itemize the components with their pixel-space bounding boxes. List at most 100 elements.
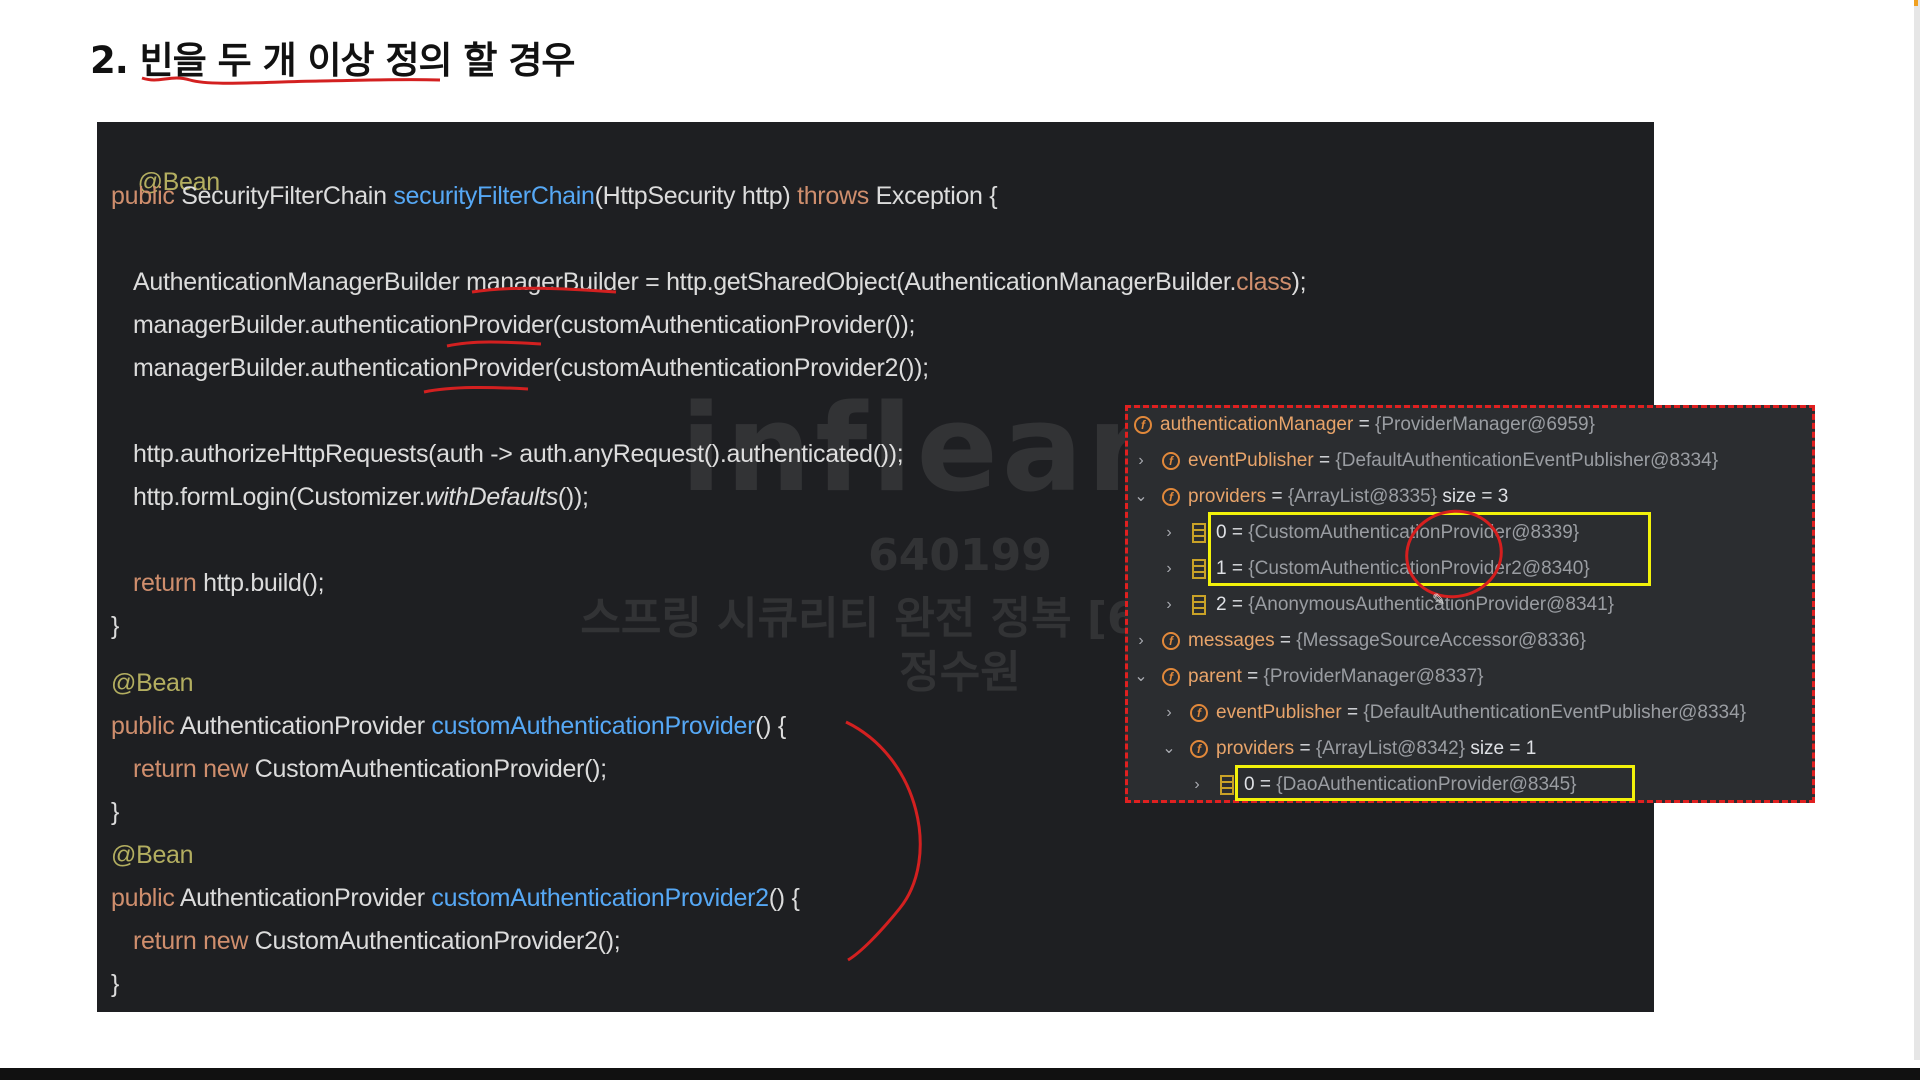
exception-brace: Exception { [875, 182, 998, 210]
code-line-return-new-1: return new CustomAuthenticationProvider(… [133, 755, 607, 784]
equals-sign: = [1358, 414, 1370, 435]
scrollbar-track[interactable] [1914, 0, 1920, 1060]
title-underline-mark [141, 76, 441, 85]
code-line-provider-2: managerBuilder.authenticationProvider(cu… [133, 354, 929, 383]
chevron-right-icon[interactable]: › [1160, 588, 1178, 622]
chevron-down-icon[interactable]: ⌄ [1132, 660, 1150, 694]
form-login-suffix: ()); [557, 483, 589, 511]
code-line-bean-3: @Bean [111, 841, 194, 870]
close-brace: } [111, 970, 120, 998]
pen-cursor-icon: ✎ [1432, 590, 1446, 609]
variable-value: {ArrayList@8335} [1287, 486, 1438, 507]
keyword-new: new [203, 927, 249, 955]
field-icon: f [1162, 668, 1180, 686]
code-line-provider-1: managerBuilder.authenticationProvider(cu… [133, 311, 915, 340]
variable-name: 2 [1216, 594, 1227, 615]
close-brace: } [111, 612, 120, 640]
code-line-close-1: } [111, 612, 119, 641]
field-icon: f [1190, 740, 1208, 758]
new-custom-provider: CustomAuthenticationProvider(); [254, 755, 607, 783]
authorize-statement: http.authorizeHttpRequests(auth -> auth.… [133, 440, 904, 468]
code-line-provider-method-1: public AuthenticationProvider customAuth… [111, 712, 786, 741]
chevron-right-icon[interactable]: › [1132, 444, 1150, 478]
size-label: size = 1 [1470, 738, 1537, 759]
equals-sign: = [1271, 486, 1283, 507]
params-http-security: (HttpSecurity http) [594, 182, 791, 210]
size-label: size = 3 [1442, 486, 1509, 507]
return-build-expr: http.build(); [203, 569, 325, 597]
keyword-return: return [133, 569, 197, 597]
field-icon: f [1190, 704, 1208, 722]
code-line-return-new-2: return new CustomAuthenticationProvider2… [133, 927, 621, 956]
variable-value: {ProviderManager@6959} [1374, 414, 1595, 435]
variable-name: providers [1188, 486, 1267, 507]
variable-name: messages [1188, 630, 1275, 651]
variable-name: eventPublisher [1216, 702, 1342, 723]
method-security-filter-chain: securityFilterChain [393, 182, 595, 210]
chevron-right-icon[interactable]: › [1160, 552, 1178, 586]
method-open: () { [755, 712, 786, 740]
chevron-right-icon[interactable]: › [1132, 624, 1150, 658]
field-icon: f [1162, 452, 1180, 470]
variable-value: {DefaultAuthenticationEventPublisher@833… [1335, 450, 1719, 471]
variable-value: {ProviderManager@8337} [1263, 666, 1484, 687]
chevron-down-icon[interactable]: ⌄ [1132, 480, 1150, 514]
code-line-return-build: return http.build(); [133, 569, 325, 598]
type-authentication-provider: AuthenticationProvider [179, 712, 425, 740]
annotation-bean: @Bean [111, 841, 194, 869]
chevron-right-icon[interactable]: › [1188, 768, 1206, 802]
code-line-manager-builder: AuthenticationManagerBuilder managerBuil… [133, 268, 1307, 297]
type-security-filter-chain: SecurityFilterChain [181, 182, 387, 210]
code-line-bean-2: @Bean [111, 669, 194, 698]
keyword-new: new [203, 755, 249, 783]
debugger-variables-panel: f authenticationManager = {ProviderManag… [1125, 405, 1815, 803]
chevron-right-icon[interactable]: › [1160, 516, 1178, 550]
variable-name: parent [1188, 666, 1242, 687]
variable-value: {DefaultAuthenticationEventPublisher@833… [1363, 702, 1747, 723]
keyword-return: return [133, 927, 197, 955]
code-line-authorize: http.authorizeHttpRequests(auth -> auth.… [133, 440, 904, 469]
variable-name: eventPublisher [1188, 450, 1314, 471]
equals-sign: = [1346, 702, 1359, 723]
keyword-return: return [133, 755, 197, 783]
scroll-marker [1914, 0, 1918, 6]
form-login-prefix: http.formLogin(Customizer. [133, 483, 426, 511]
code-line-form-login: http.formLogin(Customizer.withDefaults()… [133, 483, 589, 512]
provider-2-statement: managerBuilder.authenticationProvider(cu… [133, 354, 929, 382]
annotation-bean: @Bean [111, 669, 194, 697]
keyword-public: public [111, 182, 175, 210]
keyword-throws: throws [797, 182, 869, 210]
list-item-icon [1192, 523, 1206, 543]
code-line-provider-method-2: public AuthenticationProvider customAuth… [111, 884, 800, 913]
variable-value: {ArrayList@8342} [1315, 738, 1466, 759]
keyword-class: class [1236, 268, 1292, 296]
manager-builder-statement: AuthenticationManagerBuilder managerBuil… [133, 268, 1237, 296]
with-defaults: withDefaults [425, 483, 558, 511]
variable-value: {MessageSourceAccessor@8336} [1296, 630, 1586, 651]
field-icon: f [1134, 416, 1152, 434]
equals-sign: = [1279, 630, 1291, 651]
list-item-icon [1220, 775, 1234, 795]
equals-sign: = [1299, 738, 1311, 759]
bottom-bar [0, 1068, 1920, 1080]
code-line-close-3: } [111, 970, 119, 999]
code-line-2: public SecurityFilterChain securityFilte… [111, 182, 998, 211]
field-icon: f [1162, 488, 1180, 506]
equals-sign: = [1231, 594, 1243, 615]
type-authentication-provider: AuthenticationProvider [179, 884, 425, 912]
close-brace: } [111, 798, 120, 826]
equals-sign: = [1247, 666, 1259, 687]
method-custom-authentication-provider: customAuthenticationProvider [431, 712, 756, 740]
code-line-close-2: } [111, 798, 119, 827]
statement-end: ); [1291, 268, 1307, 296]
chevron-right-icon[interactable]: › [1160, 696, 1178, 730]
method-open: () { [768, 884, 800, 912]
method-custom-authentication-provider-2: customAuthenticationProvider2 [431, 884, 769, 912]
variable-name: providers [1216, 738, 1295, 759]
list-item-icon [1192, 595, 1206, 615]
provider-1-statement: managerBuilder.authenticationProvider(cu… [133, 311, 916, 339]
variable-name: authenticationManager [1160, 414, 1354, 435]
highlight-box-dao-provider [1235, 765, 1635, 801]
equals-sign: = [1318, 450, 1331, 471]
chevron-down-icon[interactable]: ⌄ [1160, 732, 1178, 766]
